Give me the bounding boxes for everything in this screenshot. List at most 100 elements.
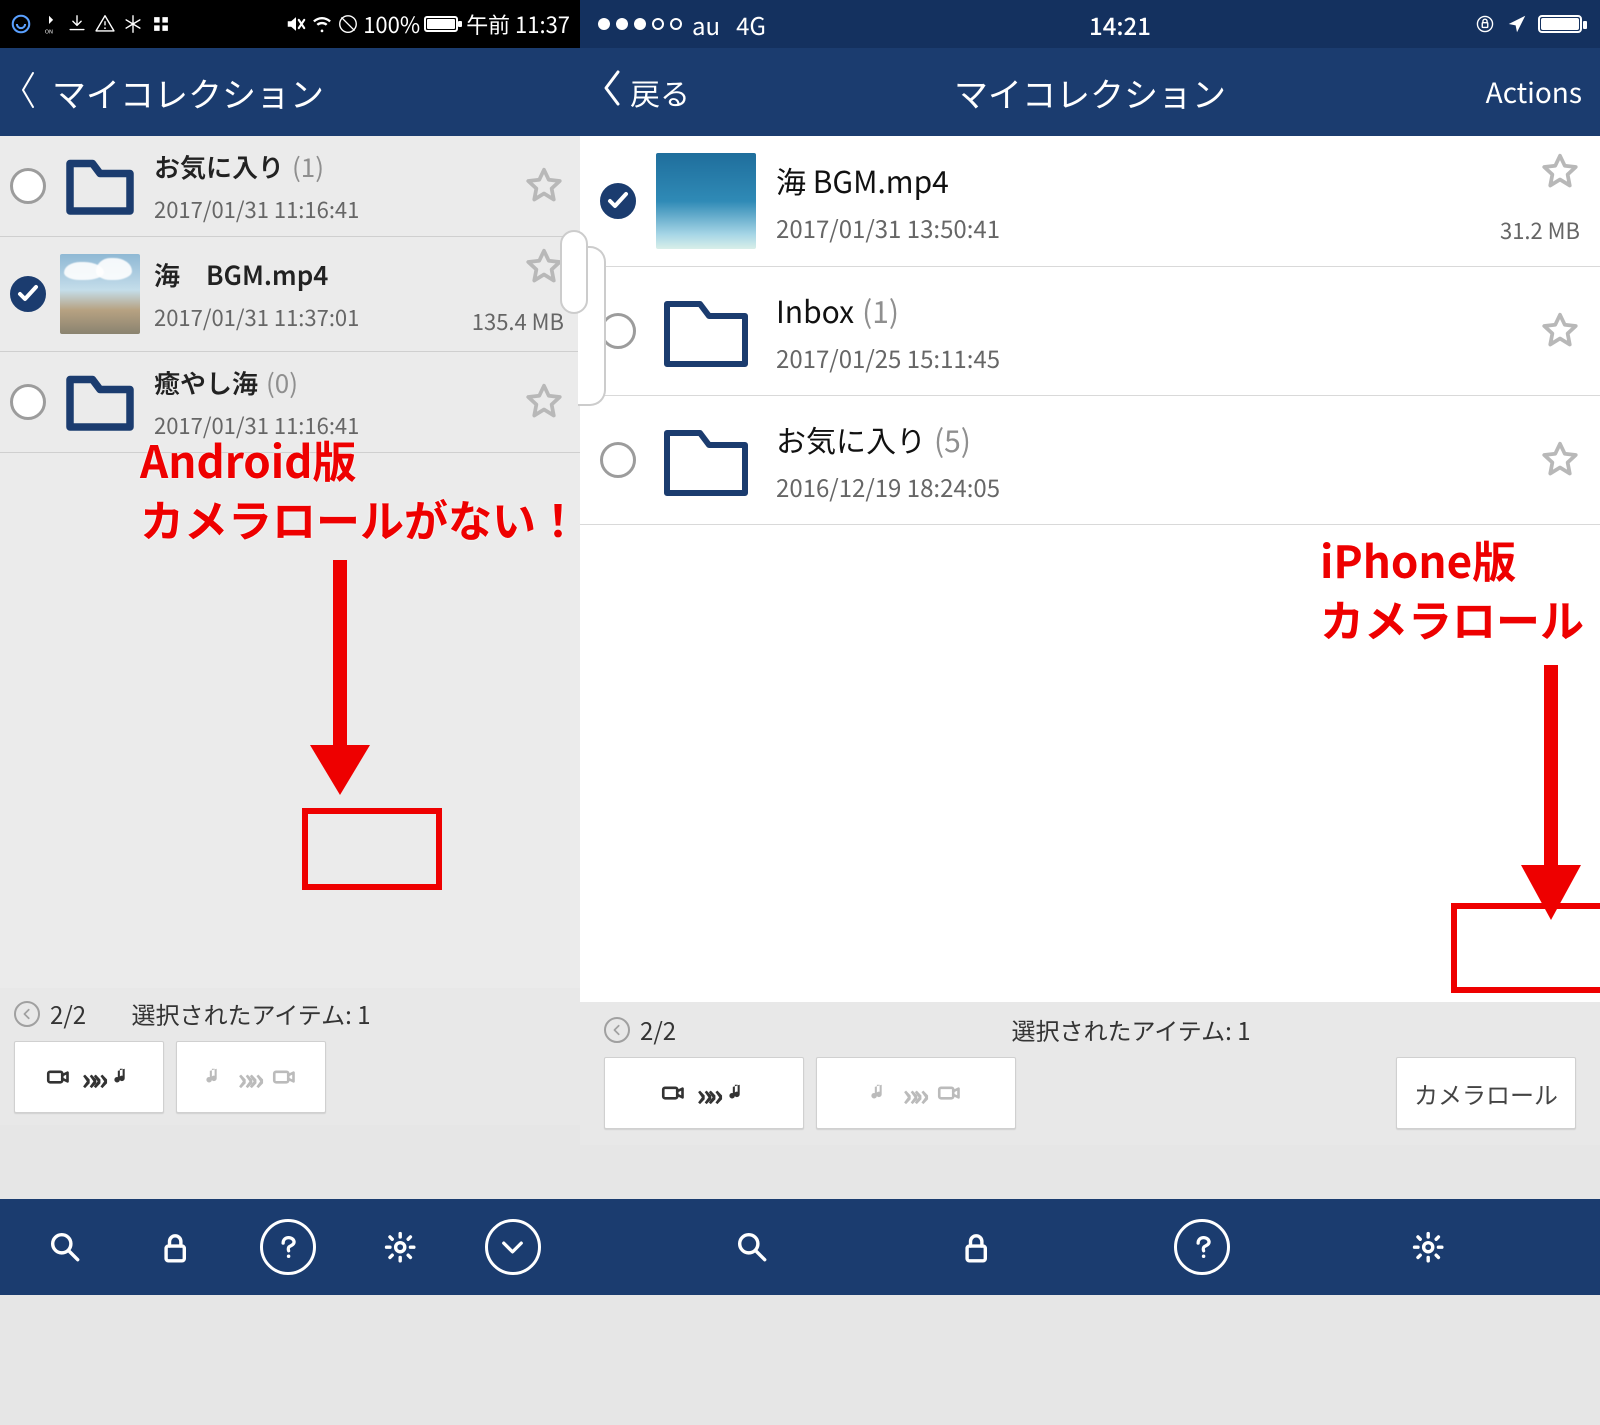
favorite-star-icon[interactable] (1540, 152, 1580, 192)
convert-audio-to-video-button[interactable]: »» (176, 1041, 326, 1113)
folder-icon (60, 362, 140, 442)
list-item[interactable]: Inbox(1) 2017/01/25 15:11:45 (580, 267, 1600, 396)
item-size: 135.4 MB (472, 305, 564, 337)
back-button[interactable]: 戻る (598, 68, 690, 117)
item-timestamp: 2017/01/31 13:50:41 (776, 210, 1480, 245)
favorite-star-icon[interactable] (524, 382, 564, 422)
search-button[interactable] (39, 1221, 91, 1273)
select-toggle[interactable] (10, 384, 46, 420)
clock-text: 14:21 (766, 7, 1474, 42)
location-icon (1506, 13, 1528, 35)
battery-percent: 100% (363, 8, 420, 40)
item-timestamp: 2017/01/25 15:11:45 (776, 340, 1520, 375)
page-indicator: 2/2 (50, 996, 86, 1031)
download-icon (66, 13, 88, 35)
empty-area (0, 453, 580, 988)
camera-roll-label: カメラロール (1414, 1076, 1558, 1111)
page-back-icon[interactable] (14, 1001, 40, 1027)
select-toggle[interactable] (10, 168, 46, 204)
warning-icon (94, 13, 116, 35)
do-not-disturb-icon (337, 13, 359, 35)
item-name: お気に入り (154, 148, 284, 185)
video-thumbnail (60, 254, 140, 334)
file-list: 海 BGM.mp4 2017/01/31 13:50:41 31.2 MB In… (580, 136, 1600, 525)
navbar-ios: 戻る マイコレクション Actions (580, 48, 1600, 136)
list-item[interactable]: お気に入り(1) 2017/01/31 11:16:41 (0, 136, 580, 237)
scroll-handle[interactable] (560, 230, 588, 314)
select-toggle[interactable] (10, 276, 46, 312)
status-bar-android: ON 100% 午前 11:37 (0, 0, 580, 48)
favorite-star-icon[interactable] (524, 247, 564, 287)
bottom-nav (0, 1199, 580, 1295)
status-bar-ios: au 4G 14:21 (580, 0, 1600, 48)
item-count: (5) (934, 417, 971, 461)
list-item[interactable]: 癒やし海(0) 2017/01/31 11:16:41 (0, 352, 580, 453)
svg-text:ON: ON (45, 28, 53, 35)
item-size: 31.2 MB (1500, 214, 1580, 246)
app-indicator-icon (10, 13, 32, 35)
select-toggle[interactable] (600, 183, 636, 219)
list-item[interactable]: 海 BGM.mp4 2017/01/31 11:37:01 135.4 MB (0, 237, 580, 352)
item-timestamp: 2017/01/31 11:16:41 (154, 409, 510, 441)
camera-roll-button[interactable]: カメラロール (1396, 1057, 1576, 1129)
video-thumbnail (656, 153, 756, 249)
item-name: お気に入り (776, 417, 926, 461)
favorite-star-icon[interactable] (1540, 311, 1580, 351)
expand-button[interactable] (485, 1219, 541, 1275)
item-count: (1) (292, 148, 324, 185)
snowflake-icon (122, 13, 144, 35)
search-button[interactable] (726, 1221, 778, 1273)
list-item[interactable]: 海 BGM.mp4 2017/01/31 13:50:41 31.2 MB (580, 136, 1600, 267)
item-name: 癒やし海 (154, 364, 258, 401)
convert-video-to-audio-button[interactable]: »» (14, 1041, 164, 1113)
gray-strip (0, 1295, 580, 1425)
lock-button[interactable] (950, 1221, 1002, 1273)
list-item[interactable]: お気に入り(5) 2016/12/19 18:24:05 (580, 396, 1600, 525)
carrier-text: au (692, 7, 720, 42)
page-back-icon[interactable] (604, 1017, 630, 1043)
help-button[interactable] (1174, 1219, 1230, 1275)
folder-icon (656, 283, 756, 379)
item-name: 海 BGM.mp4 (154, 256, 328, 293)
back-button[interactable] (18, 70, 38, 115)
favorite-star-icon[interactable] (1540, 440, 1580, 480)
bottom-nav (580, 1199, 1600, 1295)
convert-video-to-audio-button[interactable]: »» (604, 1057, 804, 1129)
grid-icon (150, 13, 172, 35)
item-timestamp: 2017/01/31 11:37:01 (154, 301, 458, 333)
signal-dots-icon (598, 18, 682, 30)
folder-icon (60, 146, 140, 226)
selection-toolbar: 2/2 選択されたアイテム: 1 »» »» カメラロール (580, 1002, 1600, 1145)
settings-button[interactable] (374, 1221, 426, 1273)
network-text: 4G (736, 7, 766, 42)
help-button[interactable] (260, 1219, 316, 1275)
page-title: マイコレクション (954, 68, 1226, 117)
selection-toolbar: 2/2 選択されたアイテム: 1 »» »» (0, 988, 580, 1125)
sync-indicator-icon: ON (38, 13, 60, 35)
clock-text: 午前 11:37 (466, 8, 570, 40)
file-list: お気に入り(1) 2017/01/31 11:16:41 海 BGM.mp4 2… (0, 136, 580, 453)
empty-area (580, 525, 1600, 1002)
mute-icon (285, 13, 307, 35)
convert-audio-to-video-button[interactable]: »» (816, 1057, 1016, 1129)
battery-icon (1538, 15, 1582, 33)
item-timestamp: 2017/01/31 11:16:41 (154, 193, 510, 225)
wifi-icon (311, 13, 333, 35)
select-toggle[interactable] (600, 442, 636, 478)
favorite-star-icon[interactable] (524, 166, 564, 206)
item-name: Inbox (776, 288, 854, 332)
battery-icon (424, 16, 458, 32)
item-name: 海 BGM.mp4 (776, 158, 949, 202)
rotation-lock-icon (1474, 13, 1496, 35)
gray-strip (580, 1295, 1600, 1425)
folder-icon (656, 412, 756, 508)
page-title: マイコレクション (52, 68, 324, 117)
item-timestamp: 2016/12/19 18:24:05 (776, 469, 1520, 504)
navbar-android: マイコレクション (0, 48, 580, 136)
item-count: (0) (266, 364, 298, 401)
settings-button[interactable] (1402, 1221, 1454, 1273)
actions-button[interactable]: Actions (1486, 72, 1582, 112)
lock-button[interactable] (150, 1221, 202, 1273)
item-count: (1) (862, 288, 899, 332)
selection-count-text: 選択されたアイテム: 1 (1012, 1012, 1251, 1047)
